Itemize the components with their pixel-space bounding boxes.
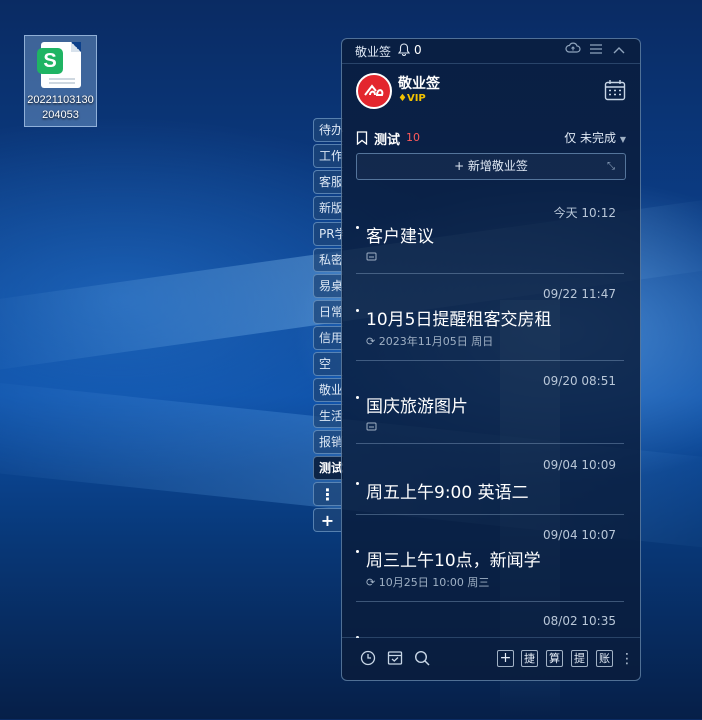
notification-count: 0 [414,43,422,57]
tab-kefu[interactable]: 客服 [313,170,343,194]
avatar [356,73,392,109]
clock-icon[interactable] [360,650,378,668]
add-note-button[interactable]: + 新增敬业签 ⤡ [356,153,626,180]
archive-check-icon[interactable] [387,650,405,668]
note-title: 10月5日提醒租客交房租 [366,310,552,330]
notes-widget: 敬业签 0 敬业签 ♦VIP 测试 10 仅 未完成 ▼ + 新增敬业签 ⤡ 今… [341,38,641,681]
tab-pr[interactable]: PR学 [313,222,343,246]
user-name: 敬业签 [398,76,440,92]
bookmark-icon [356,130,368,149]
ledger-button[interactable]: 账 [596,650,613,667]
notes-list: 今天 10:12 客户建议 09/22 11:47 10月5日提醒租客交房租 ⟳… [342,191,640,638]
tab-gongzuo[interactable]: 工作 [313,144,343,168]
bottom-toolbar: + 捷 算 提 账 ⋮ [342,637,640,680]
desktop-file-label: 20221103130204053 [27,94,94,121]
filter-dropdown[interactable]: 仅 未完成 ▼ [564,129,626,146]
note-time: 09/04 10:07 [543,528,616,542]
list-item[interactable]: 09/20 08:51 国庆旅游图片 [356,361,624,444]
collapse-chevron-icon[interactable] [610,42,628,60]
list-item[interactable]: 08/02 10:35 [356,602,624,638]
note-title: 周三上午10点，新闻学 [366,551,541,571]
diamond-icon: ♦ [398,93,407,104]
reminder-date: 10月25日 10:00 周三 [378,576,490,589]
calendar-icon[interactable] [604,79,626,101]
note-title: 周五上午9:00 英语二 [366,483,529,503]
desktop-file-icon[interactable]: S 20221103130204053 [24,35,97,127]
bullet-dot [356,550,359,553]
note-time: 09/22 11:47 [543,287,616,301]
list-item[interactable]: 09/22 11:47 10月5日提醒租客交房租 ⟳ 2023年11月05日 周… [356,274,624,361]
more-options-icon[interactable]: ⋮ [620,650,634,668]
lock-icon [366,421,377,434]
vip-label: VIP [406,93,426,104]
tab-jingye[interactable]: 敬业 [313,378,343,402]
menu-icon[interactable] [587,42,605,60]
list-item[interactable]: 09/04 10:09 周五上午9:00 英语二 [356,444,624,515]
tab-xinban[interactable]: 新版 [313,196,343,220]
note-time: 09/20 08:51 [543,374,616,388]
repeat-icon: ⟳ [366,335,379,348]
list-header: 测试 10 仅 未完成 ▼ [356,129,626,149]
app-name: 敬业签 [355,45,392,59]
list-count: 10 [406,131,420,144]
reminder-button[interactable]: 提 [571,650,588,667]
list-item[interactable]: 今天 10:12 客户建议 [356,191,624,274]
bullet-dot [356,482,359,485]
expand-icon[interactable]: ⤡ [607,154,615,179]
note-time: 09/04 10:09 [543,458,616,472]
caret-down-icon: ▼ [619,135,626,144]
tab-baoxiao[interactable]: 报销 [313,430,343,454]
filter-label: 仅 未完成 [564,131,617,145]
vip-badge: ♦VIP [398,93,426,104]
bell-icon[interactable] [397,43,411,59]
tab-xinyong[interactable]: 信用 [313,326,343,350]
cloud-sync-icon[interactable] [564,42,582,60]
list-item[interactable]: 09/04 10:07 周三上午10点，新闻学 ⟳ 10月25日 10:00 周… [356,515,624,602]
lock-icon [366,251,377,264]
sheet-badge-icon: S [37,48,63,74]
add-tab-button[interactable]: + [313,508,341,532]
tab-kong[interactable]: 空 [313,352,343,376]
calculator-button[interactable]: 算 [546,650,563,667]
tab-richang[interactable]: 日常 [313,300,343,324]
category-tabs: 待办 工作 客服 新版 PR学 私密 易桌 日常 信用 空 敬业 生活 报销 测… [313,118,343,534]
quick-note-button[interactable]: 捷 [521,650,538,667]
bullet-dot [356,226,359,229]
search-icon[interactable] [414,650,432,668]
note-title: 国庆旅游图片 [366,397,468,417]
tab-daiban[interactable]: 待办 [313,118,343,142]
note-title: 客户建议 [366,227,434,247]
note-time: 今天 10:12 [553,206,616,220]
tab-ceshi[interactable]: 测试 [313,456,343,480]
reminder-info: ⟳ 2023年11月05日 周日 [366,333,493,349]
tab-shenghuo[interactable]: 生活 [313,404,343,428]
add-note-label: + 新增敬业签 [454,159,528,173]
spreadsheet-file-icon: S [37,42,81,88]
widget-titlebar: 敬业签 0 [342,39,640,64]
more-tabs-button[interactable]: ⋮ [313,482,341,506]
reminder-date: 2023年11月05日 周日 [378,335,494,348]
tab-simi[interactable]: 私密 [313,248,343,272]
note-time: 08/02 10:35 [543,614,616,628]
add-plus-button[interactable]: + [497,650,514,667]
repeat-icon: ⟳ [366,576,379,589]
reminder-info: ⟳ 10月25日 10:00 周三 [366,574,489,590]
bullet-dot [356,396,359,399]
tab-yizhuo[interactable]: 易桌 [313,274,343,298]
bullet-dot [356,309,359,312]
list-name: 测试 [374,133,401,148]
